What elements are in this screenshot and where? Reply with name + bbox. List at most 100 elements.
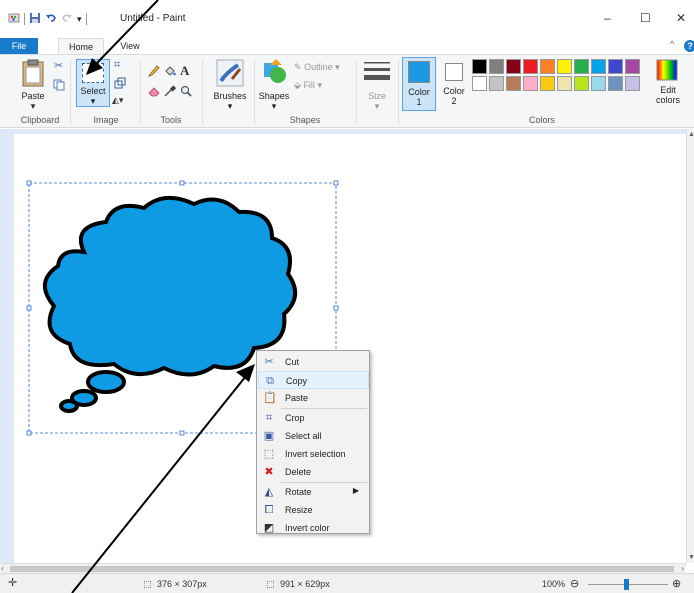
tab-home[interactable]: Home [58,38,104,54]
color1-button[interactable]: Color 1 [402,57,436,111]
fill-button[interactable]: ⬙ Fill ▾ [294,80,322,91]
shapes-icon[interactable] [262,59,288,89]
group-separator [254,59,255,125]
minimize-button[interactable]: – [604,11,611,25]
maximize-button[interactable]: ☐ [640,11,651,25]
redo-icon[interactable] [61,12,73,26]
size-button[interactable]: Size ▾ [362,91,392,111]
customize-qat-icon[interactable]: ▾ [77,14,82,25]
palette-swatch[interactable] [540,59,555,74]
menu-item-invert-selection[interactable]: ⬚ Invert selection [258,445,369,463]
rotate-icon[interactable]: ◭▾ [112,95,123,106]
paste-button[interactable]: Paste ▾ [18,91,48,111]
menu-item-delete[interactable]: ✖ Delete [258,463,369,481]
colors-group-label: Colors [528,115,555,125]
outline-button[interactable]: ✎ Outline ▾ [294,62,340,73]
palette-swatch[interactable] [523,59,538,74]
palette-swatch[interactable] [557,76,572,91]
menu-item-cut[interactable]: ✂ Cut [258,353,369,371]
palette-swatch[interactable] [574,59,589,74]
undo-icon[interactable] [45,12,57,26]
paint-window: ▾ Untitled - Paint – ☐ ✕ File Home View … [0,0,694,593]
save-icon[interactable] [29,12,41,26]
tab-view[interactable]: View [110,38,150,54]
palette-swatch[interactable] [472,76,487,91]
color-palette [472,59,662,99]
size-icon[interactable] [364,59,390,87]
edit-colors-button[interactable]: Edit colors [648,85,688,105]
resize-icon: ⧠ [264,504,274,516]
zoom-in-button[interactable]: ⊕ [672,577,681,590]
paste-dropdown-icon: ▾ [30,101,36,111]
palette-swatch[interactable] [591,59,606,74]
palette-swatch[interactable] [472,59,487,74]
resize-icon[interactable] [114,77,126,91]
cut-icon[interactable]: ✂ [54,59,63,72]
palette-swatch[interactable] [608,59,623,74]
clipboard-group-label: Clipboard [20,115,60,125]
palette-swatch[interactable] [625,76,640,91]
palette-swatch[interactable] [523,76,538,91]
pencil-icon[interactable] [148,65,160,79]
ribbon-tabs: File Home View ^ ? [0,38,694,54]
menu-item-label: Rotate [285,487,312,497]
palette-swatch[interactable] [489,59,504,74]
zoom-out-button[interactable]: ⊖ [570,577,579,590]
menu-item-paste[interactable]: 📋 Paste [258,389,369,407]
text-tool-icon[interactable]: A [180,63,189,79]
crop-icon[interactable]: ⌗ [114,59,120,72]
invert-color-icon: ◩ [263,522,275,534]
menu-item-invert-color[interactable]: ◩ Invert color [258,519,369,537]
palette-swatch[interactable] [625,59,640,74]
color2-swatch [445,63,463,81]
scroll-up-icon[interactable]: ▲ [688,131,694,138]
select-button[interactable]: Select ▾ [76,59,110,107]
palette-swatch[interactable] [540,76,555,91]
color1-swatch [408,61,430,83]
menu-item-crop[interactable]: ⌗ Crop [258,409,369,427]
edit-colors-icon[interactable] [656,59,678,83]
scroll-down-icon[interactable]: ▼ [688,554,694,561]
menu-item-rotate[interactable]: ◭ Rotate ▶ [258,483,369,501]
outline-icon: ✎ [294,62,302,72]
vertical-scrollbar[interactable]: ▲ ▼ [686,129,694,563]
menu-item-resize[interactable]: ⧠ Resize [258,501,369,519]
color-picker-icon[interactable] [164,85,177,99]
palette-swatch[interactable] [574,76,589,91]
brushes-label: Brushes [213,91,247,101]
magnifier-icon[interactable] [180,85,192,99]
menu-item-select-all[interactable]: ▣ Select all [258,427,369,445]
shapes-button[interactable]: Shapes ▾ [256,91,292,111]
select-all-icon: ▣ [263,430,275,442]
palette-swatch[interactable] [557,59,572,74]
palette-swatch[interactable] [506,76,521,91]
palette-swatch[interactable] [591,76,606,91]
paint-app-icon[interactable] [8,12,20,26]
size-label: Size [368,91,386,101]
select-button-label: Select ▾ [80,86,106,106]
eraser-icon[interactable] [148,85,160,99]
scroll-right-icon[interactable]: › [681,564,684,573]
brushes-icon[interactable] [216,59,244,89]
color2-button[interactable]: Color 2 [440,57,468,111]
close-button[interactable]: ✕ [676,11,686,25]
menu-item-copy[interactable]: ⧉ Copy [258,371,369,389]
copy-icon[interactable] [53,79,65,93]
tab-file[interactable]: File [0,38,38,54]
group-separator [356,59,357,125]
horizontal-scroll-thumb[interactable] [10,566,674,572]
scroll-left-icon[interactable]: ‹ [1,564,4,573]
palette-swatch[interactable] [506,59,521,74]
zoom-slider-thumb[interactable] [624,579,629,590]
menu-item-label: Copy [286,376,308,386]
palette-swatch[interactable] [489,76,504,91]
horizontal-scrollbar[interactable]: ‹ › [0,563,686,573]
help-icon[interactable]: ? [684,40,694,52]
collapse-ribbon-button[interactable]: ^ [670,39,674,49]
brushes-button[interactable]: Brushes ▾ [206,91,254,111]
ribbon: Paste ▾ ✂ Clipboard Select ▾ ⌗ ◭▾ Image A [0,54,694,128]
selection-size: 376 × 307px [157,579,207,589]
fill-bucket-icon[interactable] [164,65,176,79]
paste-icon[interactable] [22,59,44,89]
palette-swatch[interactable] [608,76,623,91]
